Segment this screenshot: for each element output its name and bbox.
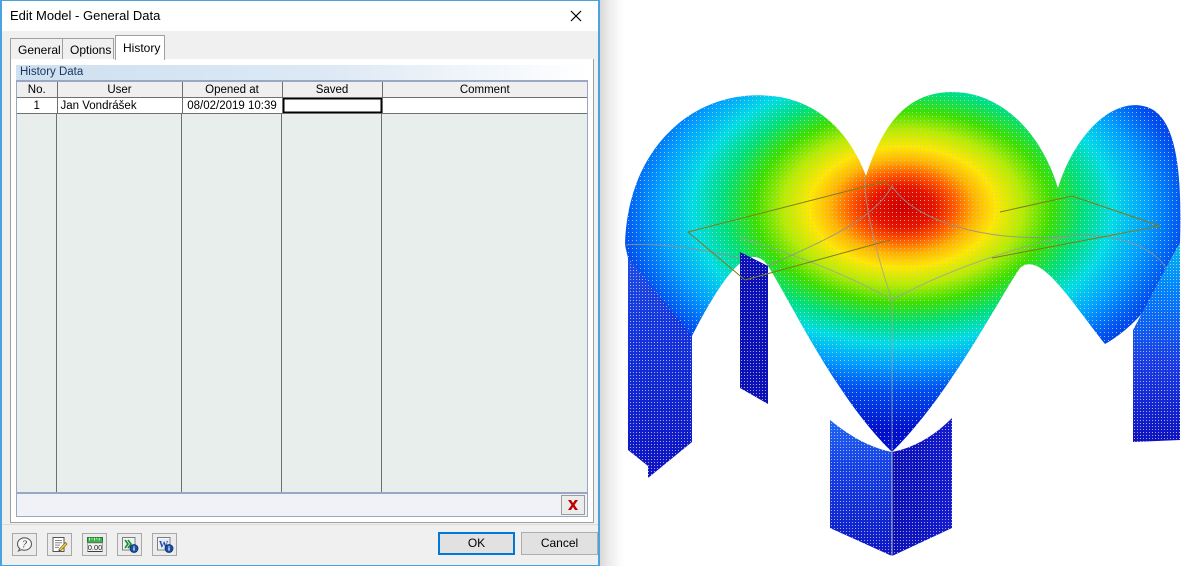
cell-saved[interactable] (282, 97, 383, 114)
history-data-table[interactable]: No. User Opened at Saved Comment 1 Jan V… (16, 81, 588, 493)
cell-no[interactable]: 1 (17, 97, 58, 114)
tab-general[interactable]: General (10, 38, 63, 59)
tab-history[interactable]: History (115, 35, 165, 60)
tab-options[interactable]: Options (62, 38, 114, 59)
cell-comment[interactable] (382, 97, 587, 114)
edit-model-general-data-dialog: Edit Model - General Data General Option… (0, 0, 600, 566)
history-tab-page: History Data No. User Opened at Saved Co… (10, 59, 594, 523)
tab-strip: General Options History (10, 35, 590, 60)
help-icon[interactable]: ? (12, 533, 37, 556)
fea-result-3d-view[interactable] (600, 0, 1185, 566)
cell-user[interactable]: Jan Vondrášek (57, 97, 183, 114)
cell-opened-at[interactable]: 08/02/2019 10:39 (182, 97, 283, 114)
column-header-no[interactable]: No. (17, 82, 58, 98)
svg-text:0.00: 0.00 (87, 543, 102, 552)
units-ruler-icon[interactable]: 0.00 (82, 533, 107, 556)
svg-text:?: ? (22, 541, 27, 551)
table-row[interactable]: 1 Jan Vondrášek 08/02/2019 10:39 (17, 97, 587, 114)
history-data-group-header: History Data (16, 65, 588, 81)
word-export-icon[interactable]: W (152, 533, 177, 556)
cancel-button[interactable]: Cancel (521, 532, 598, 555)
table-footer-bar (16, 493, 588, 517)
history-data-group-label: History Data (20, 66, 84, 78)
column-header-saved[interactable]: Saved (282, 82, 383, 98)
excel-export-icon[interactable] (117, 533, 142, 556)
dialog-button-bar: ? 0.00 W OK Cancel (2, 524, 598, 565)
table-header-row: No. User Opened at Saved Comment (17, 82, 587, 98)
close-icon[interactable] (553, 1, 598, 30)
column-header-opened-at[interactable]: Opened at (182, 82, 283, 98)
edit-note-icon[interactable] (47, 533, 72, 556)
dialog-title-bar[interactable]: Edit Model - General Data (2, 1, 598, 31)
column-header-user[interactable]: User (57, 82, 183, 98)
dialog-title: Edit Model - General Data (10, 8, 161, 23)
column-header-comment[interactable]: Comment (382, 82, 587, 98)
table-empty-area[interactable] (17, 114, 587, 492)
ok-button[interactable]: OK (438, 532, 515, 555)
delete-row-button[interactable] (561, 495, 585, 515)
fea-shell-render (624, 92, 1181, 556)
